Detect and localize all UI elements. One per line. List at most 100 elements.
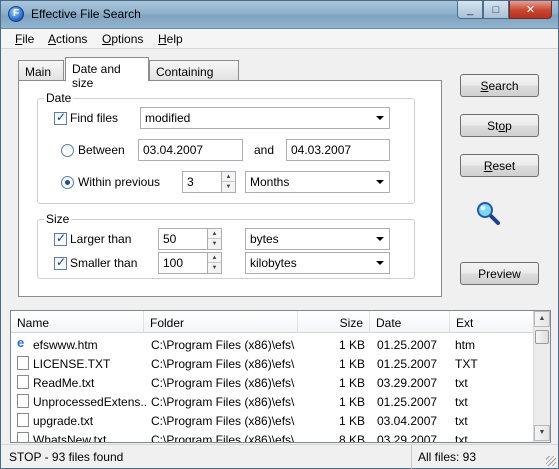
file-size: 1 KB [338, 357, 365, 371]
chevron-down-icon [376, 237, 384, 241]
file-date: 01.25.2007 [377, 357, 438, 371]
spin-up-icon[interactable]: ▲ [208, 229, 221, 239]
magnifier-icon [477, 202, 500, 225]
table-row[interactable]: upgrade.txt C:\Program Files (x86)\efs\ … [11, 411, 533, 430]
scroll-up-icon[interactable]: ▲ [534, 311, 550, 327]
close-button[interactable]: ✕ [509, 1, 552, 19]
between-to-field[interactable]: 04.03.2007 [286, 139, 390, 161]
scroll-down-icon[interactable]: ▼ [534, 425, 550, 441]
file-folder: C:\Program Files (x86)\efs\ [151, 395, 295, 409]
tab-date-and-size[interactable]: Date and size [65, 57, 149, 90]
file-size: 1 KB [338, 395, 365, 409]
spin-up-icon[interactable]: ▲ [222, 172, 235, 182]
find-files-select[interactable]: modified [140, 107, 390, 129]
chevron-down-icon [376, 116, 384, 120]
find-files-checkbox[interactable] [54, 110, 67, 125]
file-ext: txt [455, 414, 468, 428]
file-name: LICENSE.TXT [33, 357, 111, 371]
file-folder: C:\Program Files (x86)\efs\ [151, 414, 295, 428]
larger-than-field[interactable]: 50 [158, 228, 208, 250]
table-row[interactable]: UnprocessedExtens... C:\Program Files (x… [11, 392, 533, 411]
larger-than-spinner[interactable]: ▲ ▼ [208, 228, 222, 250]
text-file-icon [17, 413, 29, 427]
spin-down-icon[interactable]: ▼ [208, 263, 221, 273]
file-size: 8 KB [338, 433, 365, 442]
table-row[interactable]: e efswww.htm C:\Program Files (x86)\efs\… [11, 335, 533, 354]
window-title: Effective File Search [31, 7, 141, 21]
app-icon: F [8, 6, 24, 22]
file-size: 1 KB [338, 414, 365, 428]
file-date: 03.29.2007 [377, 433, 438, 442]
file-size: 1 KB [338, 376, 365, 390]
text-file-icon [17, 394, 29, 408]
file-date: 03.04.2007 [377, 414, 438, 428]
menu-help[interactable]: Help [158, 32, 183, 46]
spin-up-icon[interactable]: ▲ [208, 253, 221, 263]
text-file-icon [17, 356, 29, 370]
maximize-button[interactable]: □ [483, 1, 509, 19]
between-label: Between [78, 143, 125, 157]
file-date: 03.29.2007 [377, 376, 438, 390]
reset-button[interactable]: Reset [460, 154, 539, 177]
smaller-than-checkbox[interactable] [54, 255, 67, 270]
larger-unit-select[interactable]: bytes [245, 228, 390, 250]
text-file-icon [17, 432, 29, 442]
results-list: e efswww.htm C:\Program Files (x86)\efs\… [11, 333, 533, 442]
within-previous-field[interactable]: 3 [182, 171, 222, 193]
find-files-label: Find files [70, 111, 119, 125]
menu-file[interactable]: File [15, 32, 34, 46]
status-file-count: All files: 93 [411, 445, 482, 469]
smaller-unit-select[interactable]: kilobytes [245, 252, 390, 274]
column-name[interactable]: Name [11, 311, 144, 333]
table-row[interactable]: WhatsNew.txt C:\Program Files (x86)\efs\… [11, 430, 533, 442]
smaller-than-field[interactable]: 100 [158, 252, 208, 274]
file-ext: txt [455, 433, 468, 442]
menu-options[interactable]: Options [102, 32, 143, 46]
tab-main[interactable]: Main [18, 60, 64, 81]
larger-unit-value: bytes [250, 232, 279, 246]
between-from-field[interactable]: 03.04.2007 [138, 139, 243, 161]
app-window: F Effective File Search _ □ ✕ File Actio… [0, 0, 559, 469]
column-size[interactable]: Size [298, 311, 370, 333]
column-ext[interactable]: Ext [450, 311, 533, 333]
smaller-unit-value: kilobytes [250, 256, 297, 270]
within-unit-select[interactable]: Months [245, 171, 390, 193]
file-ext: txt [455, 376, 468, 390]
file-date: 01.25.2007 [377, 395, 438, 409]
file-ext: htm [455, 338, 476, 352]
title-bar[interactable]: F Effective File Search _ □ ✕ [1, 1, 558, 29]
within-previous-radio[interactable] [61, 176, 74, 189]
resize-grip-icon[interactable] [546, 456, 556, 466]
between-radio[interactable] [61, 144, 74, 157]
date-group-label: Date [44, 91, 74, 105]
column-date[interactable]: Date [370, 311, 450, 333]
file-name: ReadMe.txt [33, 376, 95, 390]
status-text: STOP - 93 files found [9, 450, 124, 464]
file-name: WhatsNew.txt [33, 433, 107, 442]
search-button[interactable]: Search [460, 74, 539, 97]
file-folder: C:\Program Files (x86)\efs\ [151, 376, 295, 390]
tab-containing-text[interactable]: Containing text [149, 60, 239, 93]
file-name: UnprocessedExtens... [33, 395, 148, 409]
preview-button[interactable]: Preview [460, 262, 539, 285]
find-files-value: modified [145, 111, 191, 125]
stop-button[interactable]: Stop [460, 114, 539, 137]
table-row[interactable]: LICENSE.TXT C:\Program Files (x86)\efs\ … [11, 354, 533, 373]
minimize-button[interactable]: _ [457, 1, 483, 19]
spin-down-icon[interactable]: ▼ [222, 182, 235, 192]
smaller-than-spinner[interactable]: ▲ ▼ [208, 252, 222, 274]
column-folder[interactable]: Folder [144, 311, 298, 333]
file-folder: C:\Program Files (x86)\efs\ [151, 338, 295, 352]
date-group: Date Find files modified Between 03.04.2… [37, 91, 415, 204]
file-ext: TXT [455, 357, 478, 371]
menu-actions[interactable]: Actions [48, 32, 87, 46]
larger-than-checkbox[interactable] [54, 231, 67, 246]
within-previous-spinner[interactable]: ▲ ▼ [222, 171, 236, 193]
scroll-thumb[interactable] [535, 330, 549, 344]
table-row[interactable]: ReadMe.txt C:\Program Files (x86)\efs\ 1… [11, 373, 533, 392]
vertical-scrollbar[interactable]: ▲ ▼ [533, 311, 550, 442]
spin-down-icon[interactable]: ▼ [208, 239, 221, 249]
tab-panel: Date Find files modified Between 03.04.2… [18, 80, 442, 297]
menu-bar: File Actions Options Help [1, 29, 558, 49]
file-name: upgrade.txt [33, 414, 94, 428]
